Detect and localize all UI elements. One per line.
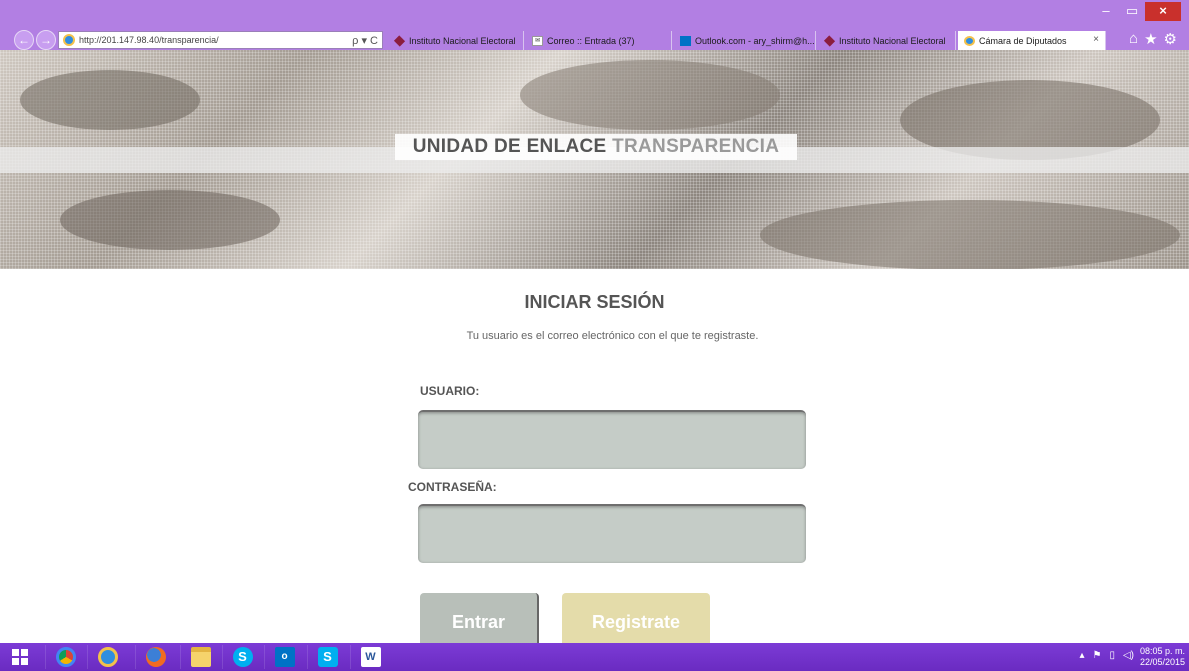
taskbar-skype-alert[interactable]: S [222, 645, 262, 669]
favorites-icon[interactable]: ★ [1144, 30, 1157, 48]
ine-icon [393, 34, 406, 47]
search-refresh-icons[interactable]: ρ ▾ C [352, 34, 382, 47]
browser-chrome: – ▭ × ← → http://201.147.98.40/transpare… [0, 0, 1189, 50]
banner-title: UNIDAD DE ENLACE TRANSPARENCIA [395, 134, 797, 160]
taskbar: S o S W ▴ ⚑ ▯ ◁) 08:05 p. m. 22/05/2015 [0, 643, 1189, 671]
ie-icon [63, 34, 75, 46]
taskbar-firefox[interactable] [135, 645, 175, 669]
banner-decoration [20, 70, 200, 130]
tab-label: Instituto Nacional Electoral [409, 35, 516, 46]
tab-camara-diputados[interactable]: Cámara de Diputados × [958, 31, 1106, 50]
password-label: CONTRASEÑA: [408, 480, 497, 494]
address-bar[interactable]: http://201.147.98.40/transparencia/ ρ ▾ … [58, 31, 383, 49]
tab-label: Cámara de Diputados [979, 35, 1067, 46]
home-icon[interactable]: ⌂ [1129, 30, 1138, 48]
flag-icon[interactable]: ⚑ [1092, 650, 1101, 661]
forward-button[interactable]: → [36, 30, 56, 50]
tab-ine-1[interactable]: Instituto Nacional Electoral [388, 31, 524, 50]
login-title: INICIAR SESIÓN [524, 292, 665, 312]
clock-time: 08:05 p. m. [1139, 646, 1185, 656]
entrar-button[interactable]: Entrar [420, 593, 539, 643]
taskbar-outlook[interactable]: o [264, 645, 304, 669]
tray-arrow-icon[interactable]: ▴ [1079, 650, 1084, 661]
tab-label: Outlook.com - ary_shirm@h... [695, 35, 815, 46]
banner-decoration [760, 200, 1180, 269]
clock-date: 22/05/2015 [1139, 657, 1185, 667]
system-tray: ▴ ⚑ ▯ ◁) [1079, 650, 1134, 661]
tab-ine-2[interactable]: Instituto Nacional Electoral [818, 31, 956, 50]
banner-title-strong: UNIDAD DE ENLACE [412, 136, 607, 157]
taskbar-chrome[interactable] [45, 645, 85, 669]
file-explorer-icon [190, 647, 211, 667]
address-url[interactable]: http://201.147.98.40/transparencia/ [79, 35, 352, 45]
login-subtitle: Tu usuario es el correo electrónico con … [466, 330, 759, 342]
chrome-icon [55, 647, 76, 667]
ie-icon [97, 647, 118, 667]
taskbar-ie[interactable] [87, 645, 127, 669]
settings-icon[interactable]: ⚙ [1164, 30, 1177, 48]
restore-button[interactable]: ▭ [1119, 2, 1145, 21]
tab-outlook[interactable]: Outlook.com - ary_shirm@h... [674, 31, 816, 50]
close-button[interactable]: × [1145, 2, 1181, 21]
window-controls: – ▭ × [1093, 2, 1181, 21]
navigation-bar: ← → http://201.147.98.40/transparencia/ … [0, 28, 1189, 50]
taskbar-skype[interactable]: S [307, 645, 347, 669]
banner-image: UNIDAD DE ENLACE TRANSPARENCIA [0, 50, 1189, 269]
tab-label: Instituto Nacional Electoral [839, 35, 946, 46]
ine-icon [823, 34, 836, 47]
back-button[interactable]: ← [14, 30, 34, 50]
taskbar-word[interactable]: W [350, 645, 390, 669]
tab-close-icon[interactable]: × [1093, 34, 1099, 45]
tab-label: Correo :: Entrada (37) [547, 35, 635, 46]
clock[interactable]: 08:05 p. m. 22/05/2015 [1140, 646, 1185, 668]
outlook-icon: o [274, 647, 295, 667]
banner-decoration [520, 60, 780, 130]
tab-correo[interactable]: ✉ Correo :: Entrada (37) [526, 31, 672, 50]
skype-icon: S [317, 647, 338, 667]
mail-icon: ✉ [532, 35, 543, 46]
volume-icon[interactable]: ◁) [1123, 650, 1134, 661]
banner-decoration [60, 190, 280, 250]
firefox-icon [145, 647, 166, 667]
password-input[interactable] [418, 504, 806, 563]
minimize-button[interactable]: – [1093, 2, 1119, 21]
taskbar-file-explorer[interactable] [180, 645, 220, 669]
banner-title-light: TRANSPARENCIA [612, 136, 780, 157]
usuario-label: USUARIO: [420, 384, 480, 398]
start-icon [12, 649, 28, 665]
register-button[interactable]: Registrate [562, 593, 710, 643]
usuario-input[interactable] [418, 410, 806, 469]
outlook-icon [680, 35, 691, 46]
browser-toolbar: ⌂ ★ ⚙ [1129, 30, 1177, 48]
skype-alert-icon: S [232, 647, 253, 667]
start-button[interactable] [0, 645, 40, 669]
word-icon: W [360, 647, 381, 667]
ie-icon [964, 35, 975, 46]
network-icon[interactable]: ▯ [1109, 650, 1115, 661]
